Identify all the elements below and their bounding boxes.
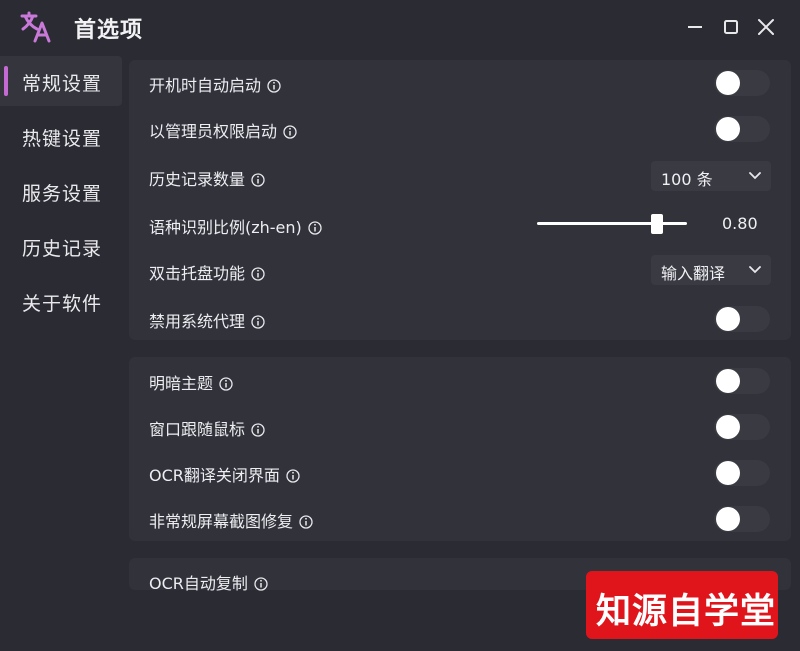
minimize-icon[interactable] (682, 14, 708, 40)
follow-mouse-label: 窗口跟随鼠标 (149, 420, 246, 439)
history-count-value: 100 条 (661, 170, 713, 189)
close-icon[interactable] (753, 14, 779, 40)
autostart-toggle[interactable] (714, 70, 770, 96)
info-icon[interactable] (219, 377, 233, 391)
sidebar-item-general[interactable]: 常规设置 (0, 56, 122, 106)
sidebar-item-hotkeys[interactable]: 热键设置 (0, 111, 122, 161)
lang-ratio-row: 语种识别比例(zh-en) 0.80 (129, 204, 791, 244)
info-icon[interactable] (251, 173, 265, 187)
ocr-close-row: OCR翻译关闭界面 (129, 452, 791, 492)
history-count-label: 历史记录数量 (149, 170, 246, 189)
chevron-down-icon (749, 172, 761, 180)
info-icon[interactable] (251, 423, 265, 437)
watermark-logo: 知源自学堂 (586, 571, 778, 639)
lang-ratio-label: 语种识别比例(zh-en) (149, 218, 302, 237)
tray-dblclick-select[interactable]: 输入翻译 (651, 255, 771, 285)
ocr-close-label: OCR翻译关闭界面 (149, 466, 280, 485)
lang-ratio-slider[interactable] (537, 214, 687, 234)
ocr-copy-label: OCR自动复制 (149, 574, 248, 593)
sidebar-item-about[interactable]: 关于软件 (0, 276, 122, 326)
autostart-row: 开机时自动启动 (129, 62, 791, 102)
info-icon[interactable] (267, 79, 281, 93)
preferences-window: 首选项 常规设置 热键设置 服务设置 历史记录 关于软件 开机时自动启动 以管理… (0, 0, 800, 651)
dark-theme-row: 明暗主题 (129, 360, 791, 400)
disable-proxy-toggle[interactable] (714, 306, 770, 332)
admin-toggle[interactable] (714, 116, 770, 142)
autostart-label: 开机时自动启动 (149, 76, 262, 95)
info-icon[interactable] (308, 221, 322, 235)
lang-ratio-value: 0.80 (722, 214, 758, 233)
sidebar-item-label: 历史记录 (22, 238, 103, 260)
follow-mouse-toggle[interactable] (714, 414, 770, 440)
slider-rail (537, 222, 687, 225)
info-icon[interactable] (251, 315, 265, 329)
watermark-text: 知源自学堂 (596, 592, 777, 632)
dark-theme-label: 明暗主题 (149, 374, 214, 393)
info-icon[interactable] (251, 267, 265, 281)
sidebar-item-services[interactable]: 服务设置 (0, 166, 122, 216)
tray-dblclick-value: 输入翻译 (661, 264, 726, 283)
active-indicator (4, 66, 8, 96)
chevron-down-icon (749, 266, 761, 274)
tray-dblclick-row: 双击托盘功能 输入翻译 (129, 250, 791, 290)
info-icon[interactable] (254, 577, 268, 591)
info-icon[interactable] (299, 515, 313, 529)
window-title: 首选项 (74, 18, 144, 43)
sidebar-item-label: 热键设置 (22, 128, 103, 150)
maximize-icon[interactable] (718, 14, 744, 40)
follow-mouse-row: 窗口跟随鼠标 (129, 406, 791, 446)
disable-proxy-row: 禁用系统代理 (129, 298, 791, 338)
info-icon[interactable] (286, 469, 300, 483)
ocr-close-toggle[interactable] (714, 460, 770, 486)
slider-thumb[interactable] (651, 214, 663, 234)
fix-screenshot-toggle[interactable] (714, 506, 770, 532)
sidebar-item-label: 常规设置 (22, 73, 103, 95)
appearance-settings-panel: 明暗主题 窗口跟随鼠标 OCR翻译关闭界面 非常规屏幕截图修复 (129, 357, 791, 541)
fix-screenshot-row: 非常规屏幕截图修复 (129, 498, 791, 538)
sidebar-item-label: 关于软件 (22, 293, 103, 315)
translate-icon (20, 10, 54, 44)
sidebar-item-label: 服务设置 (22, 183, 103, 205)
history-count-row: 历史记录数量 100 条 (129, 156, 791, 196)
tray-dblclick-label: 双击托盘功能 (149, 264, 246, 283)
fix-screenshot-label: 非常规屏幕截图修复 (149, 512, 294, 531)
dark-theme-toggle[interactable] (714, 368, 770, 394)
admin-row: 以管理员权限启动 (129, 108, 791, 148)
title-bar[interactable]: 首选项 (0, 0, 800, 56)
info-icon[interactable] (283, 125, 297, 139)
history-count-select[interactable]: 100 条 (651, 161, 771, 191)
disable-proxy-label: 禁用系统代理 (149, 312, 246, 331)
admin-label: 以管理员权限启动 (149, 122, 278, 141)
sidebar-item-history[interactable]: 历史记录 (0, 221, 122, 271)
general-settings-panel: 开机时自动启动 以管理员权限启动 历史记录数量 100 条 语种识别比例(zh-… (129, 60, 791, 340)
